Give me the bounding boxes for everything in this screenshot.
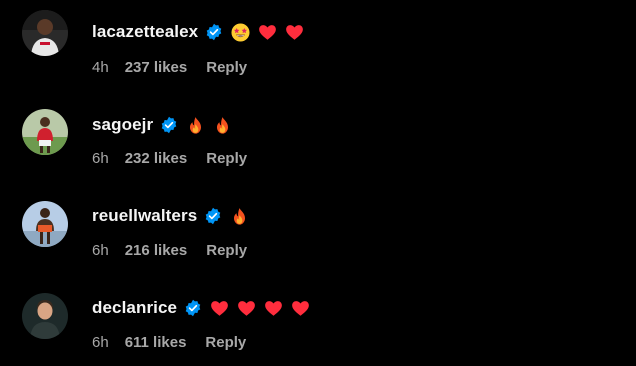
- red-heart-emoji-icon: [291, 299, 310, 318]
- likes-count[interactable]: 232 likes: [125, 150, 188, 167]
- avatar[interactable]: [22, 201, 68, 247]
- red-heart-emoji-icon: [285, 23, 304, 42]
- fire-emoji-icon: [186, 116, 205, 135]
- likes-count[interactable]: 611 likes: [125, 334, 187, 351]
- comment-text: [231, 22, 304, 42]
- comment-text: [210, 299, 310, 318]
- username[interactable]: reuellwalters: [92, 206, 197, 226]
- comments-list: lacazettealex 4h 237 likes Reply sagoejr…: [0, 0, 636, 366]
- reply-button[interactable]: Reply: [206, 59, 247, 76]
- comment-time: 6h: [92, 333, 109, 351]
- reply-button[interactable]: Reply: [206, 242, 247, 259]
- verified-badge-icon: [204, 207, 222, 225]
- comment-item: lacazettealex 4h 237 likes Reply: [0, 0, 636, 80]
- likes-count[interactable]: 237 likes: [125, 59, 188, 76]
- red-heart-emoji-icon: [237, 299, 256, 318]
- star-struck-emoji-icon: [231, 22, 250, 42]
- avatar[interactable]: [22, 293, 68, 339]
- reply-button[interactable]: Reply: [206, 150, 247, 167]
- avatar[interactable]: [22, 109, 68, 155]
- avatar[interactable]: [22, 10, 68, 56]
- comment-item: declanrice 6h 611 likes Reply: [0, 275, 636, 355]
- comment-item: sagoejr 6h 232 likes Reply: [0, 91, 636, 171]
- comment-item: reuellwalters 6h 216 likes Reply: [0, 183, 636, 263]
- comment-time: 6h: [92, 149, 109, 167]
- red-heart-emoji-icon: [258, 23, 277, 42]
- likes-count[interactable]: 216 likes: [125, 242, 188, 259]
- username[interactable]: sagoejr: [92, 115, 153, 135]
- red-heart-emoji-icon: [210, 299, 229, 318]
- fire-emoji-icon: [213, 116, 232, 135]
- red-heart-emoji-icon: [264, 299, 283, 318]
- username[interactable]: declanrice: [92, 298, 177, 318]
- comment-text: [186, 116, 232, 135]
- comment-time: 6h: [92, 241, 109, 259]
- reply-button[interactable]: Reply: [205, 334, 246, 351]
- verified-badge-icon: [205, 23, 223, 41]
- username[interactable]: lacazettealex: [92, 22, 198, 42]
- verified-badge-icon: [160, 116, 178, 134]
- comment-text: [230, 207, 249, 226]
- verified-badge-icon: [184, 299, 202, 317]
- fire-emoji-icon: [230, 207, 249, 226]
- comment-time: 4h: [92, 58, 109, 76]
